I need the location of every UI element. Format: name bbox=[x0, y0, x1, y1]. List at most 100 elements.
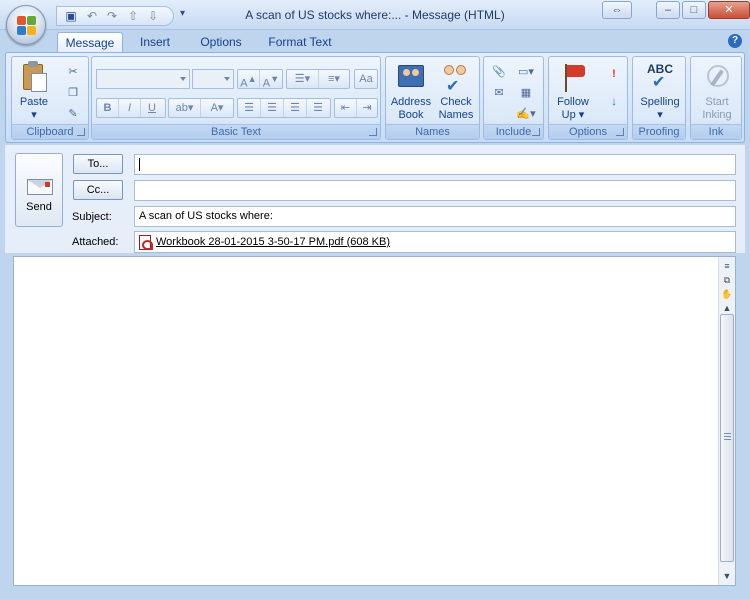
restore-other-button[interactable]: ⇔ bbox=[602, 1, 632, 19]
copy-icon[interactable]: ❐ bbox=[64, 84, 82, 102]
shrink-font-icon[interactable]: A▼ bbox=[260, 70, 282, 90]
alignment-buttons: ☰ ☰ ☰ ☰ bbox=[237, 98, 331, 118]
minimize-button[interactable]: – bbox=[656, 1, 680, 19]
proofing-label: Proofing bbox=[633, 124, 685, 139]
align-left-icon[interactable]: ☰ bbox=[238, 99, 261, 117]
font-size-box[interactable] bbox=[192, 69, 234, 89]
bold-icon[interactable]: B bbox=[97, 99, 119, 117]
send-button[interactable]: Send bbox=[15, 153, 63, 227]
decrease-indent-icon[interactable]: ⇤ bbox=[335, 99, 357, 117]
basic-text-launcher-icon[interactable] bbox=[369, 128, 377, 136]
proofing-group: ABC ✔ Spelling ▾ Proofing bbox=[632, 56, 686, 140]
underline-icon[interactable]: U bbox=[141, 99, 163, 117]
attached-label: Attached: bbox=[72, 236, 119, 248]
cc-field[interactable] bbox=[134, 180, 736, 201]
ribbon: Paste ▾ ✂ ❐ ✎ Clipboard A▲ A▼ ☰▾ ≡▾ Aa BIU… bbox=[5, 52, 745, 143]
business-card-icon[interactable]: ✉ bbox=[490, 84, 508, 102]
highlight-icon[interactable]: ab▾ bbox=[169, 99, 201, 117]
options-launcher-icon[interactable] bbox=[616, 128, 624, 136]
attach-item-icon[interactable]: ▭▾ bbox=[514, 63, 538, 81]
bullets-icon[interactable]: ☰▾ bbox=[287, 70, 319, 88]
indent-buttons: ⇤ ⇥ bbox=[334, 98, 378, 118]
increase-indent-icon[interactable]: ⇥ bbox=[357, 99, 377, 117]
check-names-label: Check Names bbox=[438, 96, 474, 121]
address-book-button[interactable]: Address Book bbox=[388, 61, 434, 122]
italic-icon[interactable]: I bbox=[119, 99, 141, 117]
align-right-icon[interactable]: ☰ bbox=[284, 99, 307, 117]
pdf-icon bbox=[139, 235, 153, 250]
numbering-icon[interactable]: ≡▾ bbox=[319, 70, 349, 88]
window-bottom-edge bbox=[0, 592, 750, 599]
justify-icon[interactable]: ☰ bbox=[307, 99, 329, 117]
text-cursor bbox=[139, 157, 140, 171]
clipboard-launcher-icon[interactable] bbox=[77, 128, 85, 136]
ruler-toggle-icon[interactable]: ≡ bbox=[720, 259, 734, 273]
check-names-button[interactable]: ✔ Check Names bbox=[434, 61, 478, 122]
paste-dropdown-arrow[interactable]: ▾ bbox=[31, 109, 37, 121]
help-icon[interactable]: ? bbox=[728, 34, 742, 48]
to-button[interactable]: To... bbox=[73, 154, 123, 174]
spelling-button[interactable]: ABC ✔ Spelling ▾ bbox=[635, 61, 685, 122]
names-group: Address Book ✔ Check Names Names bbox=[385, 56, 480, 140]
address-book-label: Address Book bbox=[390, 96, 432, 121]
scroll-up-arrow-icon[interactable]: ▲ bbox=[720, 301, 734, 315]
close-button[interactable]: ✕ bbox=[708, 1, 750, 19]
hand-icon[interactable]: ✋ bbox=[720, 287, 734, 301]
tab-format-text[interactable]: Format Text bbox=[262, 32, 338, 52]
tab-options[interactable]: Options bbox=[190, 32, 252, 52]
spelling-label: Spelling bbox=[640, 96, 680, 108]
clipboard-group: Paste ▾ ✂ ❐ ✎ Clipboard bbox=[11, 56, 89, 140]
flag-icon bbox=[557, 61, 589, 93]
check-names-icon: ✔ bbox=[440, 61, 472, 95]
message-header-form: Send To... Cc... Subject: A scan of US s… bbox=[5, 145, 745, 253]
attachments-field: Workbook 28-01-2015 3-50-17 PM.pdf (608 … bbox=[134, 231, 736, 253]
format-painter-icon[interactable]: ✎ bbox=[64, 105, 82, 123]
cut-icon[interactable]: ✂ bbox=[64, 63, 82, 81]
font-size-buttons: A▲ A▼ bbox=[237, 69, 283, 90]
window-title: A scan of US stocks where:... - Message … bbox=[245, 8, 505, 22]
address-book-icon bbox=[395, 61, 427, 93]
office-logo-icon bbox=[17, 16, 37, 36]
font-name-box[interactable] bbox=[96, 69, 190, 89]
follow-up-button[interactable]: Follow Up ▾ bbox=[551, 61, 595, 122]
grow-font-icon[interactable]: A▲ bbox=[238, 70, 260, 90]
ink-group: Start Inking Ink bbox=[690, 56, 742, 140]
send-label: Send bbox=[26, 201, 52, 213]
cc-button[interactable]: Cc... bbox=[73, 180, 123, 200]
list-buttons: ☰▾ ≡▾ bbox=[286, 69, 350, 89]
signature-icon[interactable]: ✍▾ bbox=[514, 105, 538, 123]
ink-label: Ink bbox=[691, 124, 741, 139]
include-group: 📎 ▭▾ ✉ ▦ ✍▾ Include bbox=[483, 56, 544, 140]
align-center-icon[interactable]: ☰ bbox=[261, 99, 284, 117]
follow-up-dropdown-arrow[interactable]: ▾ bbox=[579, 109, 585, 121]
title-bar: ▣ ↶ ↷ ⇧ ⇩ ▾ A scan of US stocks where:..… bbox=[0, 0, 750, 30]
office-button[interactable] bbox=[6, 5, 46, 45]
scroll-thumb[interactable] bbox=[720, 314, 734, 562]
include-launcher-icon[interactable] bbox=[532, 128, 540, 136]
scroll-down-arrow-icon[interactable]: ▼ bbox=[720, 569, 734, 583]
message-body[interactable]: ≡ ⧉ ✋ ▲ ▼ bbox=[13, 256, 736, 586]
clear-formatting-button: Aa bbox=[354, 69, 378, 89]
high-importance-icon[interactable]: ! bbox=[605, 65, 623, 83]
vertical-scrollbar[interactable]: ≡ ⧉ ✋ ▲ ▼ bbox=[718, 257, 735, 585]
low-importance-icon[interactable]: ↓ bbox=[605, 93, 623, 111]
spelling-dropdown-arrow[interactable]: ▾ bbox=[657, 109, 663, 121]
calendar-icon[interactable]: ▦ bbox=[514, 84, 538, 102]
attach-file-icon[interactable]: 📎 bbox=[490, 63, 508, 81]
pen-icon bbox=[701, 61, 733, 93]
paste-button[interactable]: Paste ▾ bbox=[16, 61, 52, 122]
paste-icon bbox=[18, 61, 50, 93]
tab-insert[interactable]: Insert bbox=[130, 32, 180, 52]
font-color-icon[interactable]: A▾ bbox=[201, 99, 233, 117]
basic-text-label: Basic Text bbox=[92, 124, 380, 139]
tab-message[interactable]: Message bbox=[57, 32, 123, 52]
start-inking-button[interactable]: Start Inking bbox=[693, 61, 741, 122]
maximize-button[interactable]: □ bbox=[682, 1, 706, 19]
to-field[interactable] bbox=[134, 154, 736, 175]
select-browse-object-icon[interactable]: ⧉ bbox=[720, 273, 734, 287]
attachment-link[interactable]: Workbook 28-01-2015 3-50-17 PM.pdf (608 … bbox=[156, 236, 390, 248]
color-buttons: ab▾ A▾ bbox=[168, 98, 234, 118]
subject-field[interactable]: A scan of US stocks where: bbox=[134, 206, 736, 227]
subject-label: Subject: bbox=[72, 211, 112, 223]
clear-formatting-icon[interactable]: Aa bbox=[355, 70, 377, 88]
